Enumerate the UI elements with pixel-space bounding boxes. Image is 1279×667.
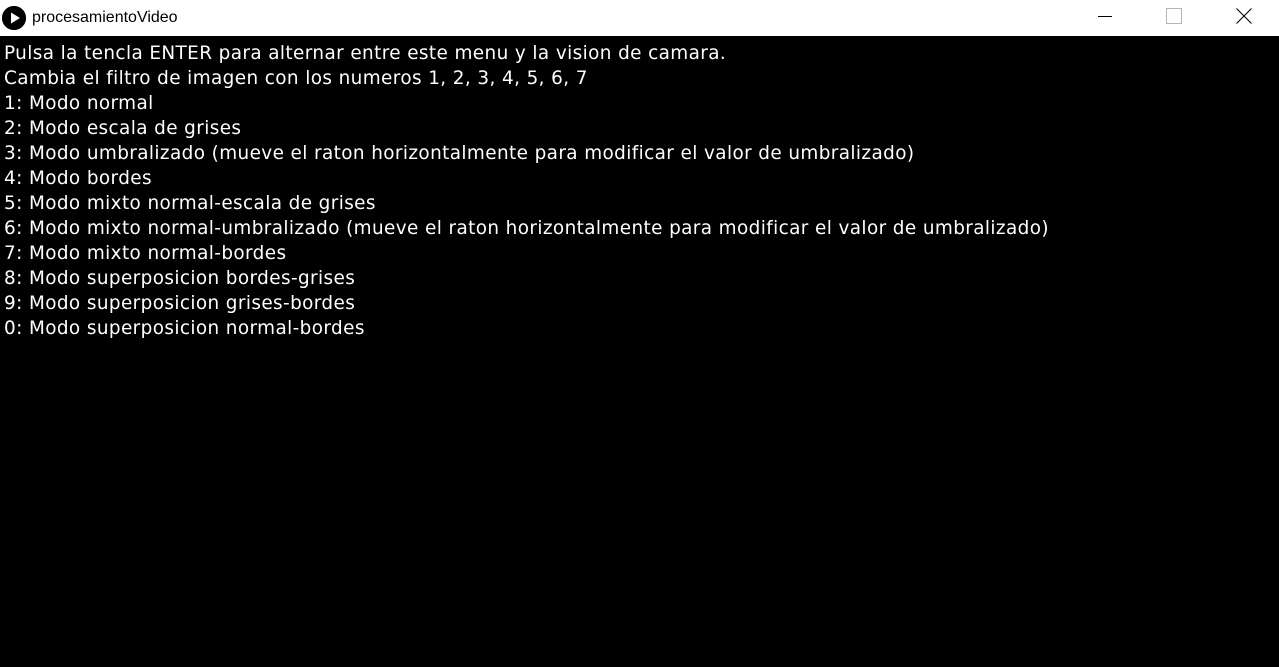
menu-canvas[interactable]: Pulsa la tencla ENTER para alternar entr… [4,41,1279,667]
menu-option-6: 6: Modo mixto normal-umbralizado (mueve … [4,218,1049,239]
menu-option-7: 7: Modo mixto normal-bordes [4,243,287,264]
close-icon [1236,7,1252,29]
minimize-button[interactable] [1082,0,1128,36]
menu-option-1: 1: Modo normal [4,93,154,114]
menu-instruction-enter: Pulsa la tencla ENTER para alternar entr… [4,43,727,64]
app-window: procesamientoVideo Pulsa la tencla ENTER… [0,0,1279,667]
menu-option-2: 2: Modo escala de grises [4,118,242,139]
play-circle-icon [2,6,26,30]
maximize-button[interactable] [1151,0,1197,36]
menu-option-4: 4: Modo bordes [4,168,152,189]
maximize-icon [1166,7,1182,29]
menu-option-3: 3: Modo umbralizado (mueve el raton hori… [4,143,915,164]
title-bar[interactable]: procesamientoVideo [0,0,1279,36]
menu-instruction-filters: Cambia el filtro de imagen con los numer… [4,68,588,89]
menu-option-0: 0: Modo superposicion normal-bordes [4,318,365,339]
menu-option-5: 5: Modo mixto normal-escala de grises [4,193,376,214]
menu-option-8: 8: Modo superposicion bordes-grises [4,268,356,289]
menu-option-9: 9: Modo superposicion grises-bordes [4,293,356,314]
minimize-icon [1097,8,1113,29]
window-title: procesamientoVideo [32,9,178,26]
close-button[interactable] [1221,0,1267,36]
